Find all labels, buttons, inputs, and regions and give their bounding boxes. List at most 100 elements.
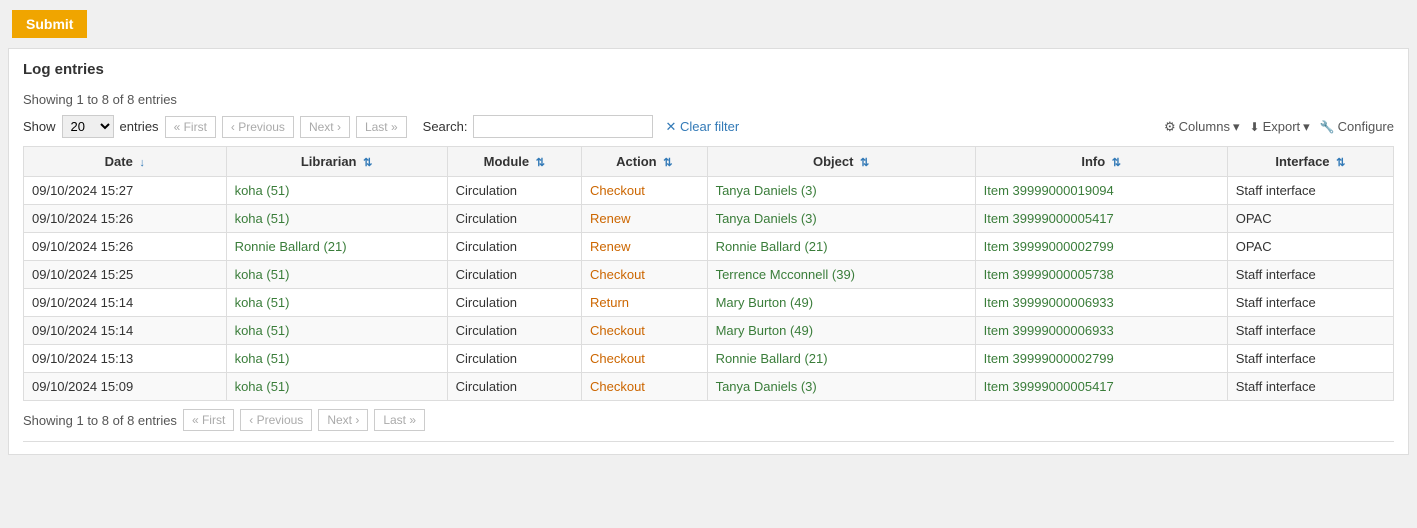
col-librarian[interactable]: Librarian ⇅ bbox=[226, 147, 447, 177]
cell-info[interactable]: Item 39999000005738 bbox=[975, 261, 1227, 289]
cell-action[interactable]: Checkout bbox=[582, 373, 708, 401]
last-page-button-bottom[interactable]: Last » bbox=[374, 409, 425, 431]
col-action[interactable]: Action ⇅ bbox=[582, 147, 708, 177]
cell-action[interactable]: Renew bbox=[582, 233, 708, 261]
col-module[interactable]: Module ⇅ bbox=[447, 147, 581, 177]
cell-interface: OPAC bbox=[1227, 233, 1393, 261]
show-label: Show bbox=[23, 119, 56, 134]
page-title: Log entries bbox=[23, 61, 1394, 78]
cell-object[interactable]: Tanya Daniels (3) bbox=[707, 373, 975, 401]
next-page-button-bottom[interactable]: Next › bbox=[318, 409, 368, 431]
cell-date: 09/10/2024 15:13 bbox=[24, 345, 227, 373]
search-label: Search: bbox=[423, 119, 468, 134]
first-page-button-bottom[interactable]: « First bbox=[183, 409, 234, 431]
cell-object[interactable]: Mary Burton (49) bbox=[707, 317, 975, 345]
columns-button[interactable]: Columns ▾ bbox=[1164, 119, 1239, 135]
bottom-divider bbox=[23, 441, 1394, 442]
cell-date: 09/10/2024 15:14 bbox=[24, 289, 227, 317]
showing-bottom-label: Showing 1 to 8 of 8 entries bbox=[23, 413, 177, 428]
cell-info[interactable]: Item 39999000005417 bbox=[975, 205, 1227, 233]
log-section: Log entries Showing 1 to 8 of 8 entries … bbox=[8, 48, 1409, 455]
table-header: Date ↓ Librarian ⇅ Module ⇅ Action ⇅ Obj… bbox=[24, 147, 1394, 177]
cell-module: Circulation bbox=[447, 317, 581, 345]
next-page-button-top[interactable]: Next › bbox=[300, 116, 350, 138]
cell-action[interactable]: Checkout bbox=[582, 177, 708, 205]
download-icon bbox=[1250, 119, 1260, 134]
table-row: 09/10/2024 15:09koha (51)CirculationChec… bbox=[24, 373, 1394, 401]
cell-date: 09/10/2024 15:26 bbox=[24, 205, 227, 233]
cell-interface: Staff interface bbox=[1227, 177, 1393, 205]
clear-filter-button[interactable]: ✕ Clear filter bbox=[665, 119, 739, 135]
first-page-button-top[interactable]: « First bbox=[165, 116, 216, 138]
cell-object[interactable]: Mary Burton (49) bbox=[707, 289, 975, 317]
cell-module: Circulation bbox=[447, 205, 581, 233]
cell-date: 09/10/2024 15:26 bbox=[24, 233, 227, 261]
cell-module: Circulation bbox=[447, 345, 581, 373]
cell-action[interactable]: Return bbox=[582, 289, 708, 317]
col-info[interactable]: Info ⇅ bbox=[975, 147, 1227, 177]
cell-module: Circulation bbox=[447, 261, 581, 289]
table-row: 09/10/2024 15:25koha (51)CirculationChec… bbox=[24, 261, 1394, 289]
cell-object[interactable]: Ronnie Ballard (21) bbox=[707, 345, 975, 373]
cell-module: Circulation bbox=[447, 233, 581, 261]
submit-button[interactable]: Submit bbox=[12, 10, 87, 38]
cell-action[interactable]: Checkout bbox=[582, 345, 708, 373]
cell-info[interactable]: Item 39999000006933 bbox=[975, 289, 1227, 317]
cell-module: Circulation bbox=[447, 177, 581, 205]
cell-librarian[interactable]: koha (51) bbox=[226, 261, 447, 289]
top-controls: Show 10 20 50 100 entries « First ‹ Prev… bbox=[23, 115, 1394, 138]
col-date[interactable]: Date ↓ bbox=[24, 147, 227, 177]
cell-librarian[interactable]: koha (51) bbox=[226, 177, 447, 205]
cell-info[interactable]: Item 39999000005417 bbox=[975, 373, 1227, 401]
search-input[interactable] bbox=[473, 115, 653, 138]
cell-librarian[interactable]: koha (51) bbox=[226, 289, 447, 317]
bottom-controls: Showing 1 to 8 of 8 entries « First ‹ Pr… bbox=[23, 409, 1394, 431]
cell-date: 09/10/2024 15:27 bbox=[24, 177, 227, 205]
cell-object[interactable]: Terrence Mcconnell (39) bbox=[707, 261, 975, 289]
showing-top-label: Showing 1 to 8 of 8 entries bbox=[23, 92, 1394, 107]
table-row: 09/10/2024 15:26koha (51)CirculationRene… bbox=[24, 205, 1394, 233]
col-interface[interactable]: Interface ⇅ bbox=[1227, 147, 1393, 177]
cell-action[interactable]: Checkout bbox=[582, 261, 708, 289]
cell-object[interactable]: Ronnie Ballard (21) bbox=[707, 233, 975, 261]
table-row: 09/10/2024 15:14koha (51)CirculationRetu… bbox=[24, 289, 1394, 317]
cell-interface: Staff interface bbox=[1227, 345, 1393, 373]
cell-librarian[interactable]: koha (51) bbox=[226, 345, 447, 373]
gear-icon bbox=[1164, 119, 1176, 135]
cell-librarian[interactable]: koha (51) bbox=[226, 317, 447, 345]
table-row: 09/10/2024 15:27koha (51)CirculationChec… bbox=[24, 177, 1394, 205]
cell-info[interactable]: Item 39999000002799 bbox=[975, 233, 1227, 261]
entries-select[interactable]: 10 20 50 100 bbox=[62, 115, 114, 138]
cell-info[interactable]: Item 39999000002799 bbox=[975, 345, 1227, 373]
cell-info[interactable]: Item 39999000006933 bbox=[975, 317, 1227, 345]
cell-date: 09/10/2024 15:25 bbox=[24, 261, 227, 289]
cell-interface: Staff interface bbox=[1227, 373, 1393, 401]
previous-page-button-top[interactable]: ‹ Previous bbox=[222, 116, 294, 138]
cell-librarian[interactable]: koha (51) bbox=[226, 205, 447, 233]
cell-object[interactable]: Tanya Daniels (3) bbox=[707, 177, 975, 205]
cell-interface: Staff interface bbox=[1227, 317, 1393, 345]
cell-date: 09/10/2024 15:14 bbox=[24, 317, 227, 345]
cell-module: Circulation bbox=[447, 289, 581, 317]
table-row: 09/10/2024 15:26Ronnie Ballard (21)Circu… bbox=[24, 233, 1394, 261]
configure-button[interactable]: Configure bbox=[1320, 119, 1394, 134]
cell-date: 09/10/2024 15:09 bbox=[24, 373, 227, 401]
cell-module: Circulation bbox=[447, 373, 581, 401]
cell-info[interactable]: Item 39999000019094 bbox=[975, 177, 1227, 205]
cell-interface: Staff interface bbox=[1227, 289, 1393, 317]
cell-action[interactable]: Renew bbox=[582, 205, 708, 233]
previous-page-button-bottom[interactable]: ‹ Previous bbox=[240, 409, 312, 431]
table-row: 09/10/2024 15:14koha (51)CirculationChec… bbox=[24, 317, 1394, 345]
log-table: Date ↓ Librarian ⇅ Module ⇅ Action ⇅ Obj… bbox=[23, 146, 1394, 401]
cell-action[interactable]: Checkout bbox=[582, 317, 708, 345]
cell-interface: OPAC bbox=[1227, 205, 1393, 233]
cell-librarian[interactable]: koha (51) bbox=[226, 373, 447, 401]
entries-label: entries bbox=[120, 119, 159, 134]
last-page-button-top[interactable]: Last » bbox=[356, 116, 407, 138]
export-button[interactable]: Export ▾ bbox=[1250, 119, 1310, 135]
cell-librarian[interactable]: Ronnie Ballard (21) bbox=[226, 233, 447, 261]
table-row: 09/10/2024 15:13koha (51)CirculationChec… bbox=[24, 345, 1394, 373]
col-object[interactable]: Object ⇅ bbox=[707, 147, 975, 177]
cell-object[interactable]: Tanya Daniels (3) bbox=[707, 205, 975, 233]
cell-interface: Staff interface bbox=[1227, 261, 1393, 289]
